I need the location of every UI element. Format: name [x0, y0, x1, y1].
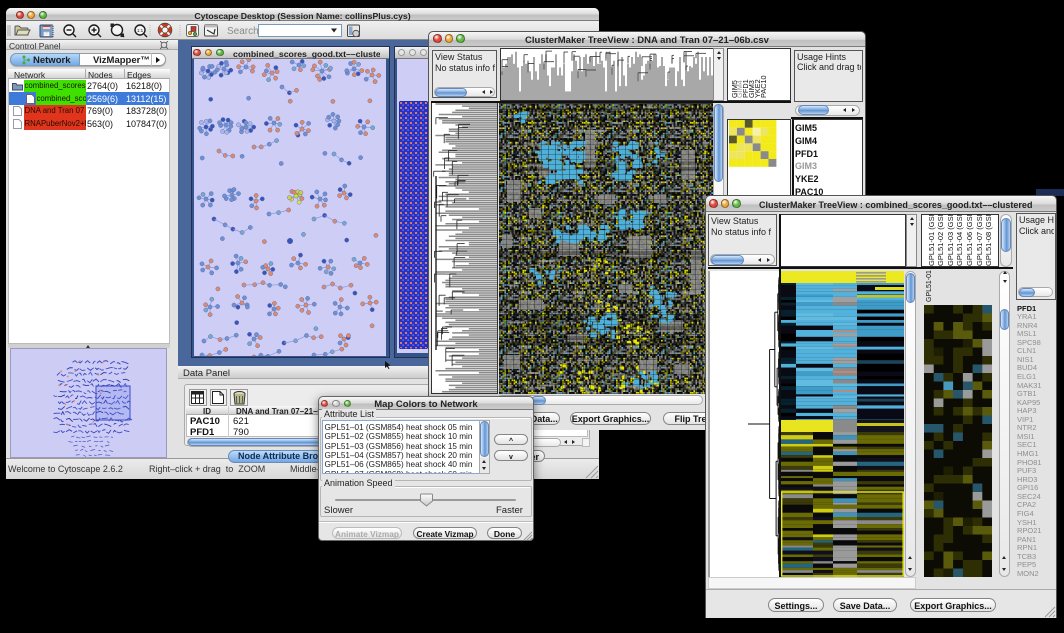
svg-text:Search:: Search: — [227, 26, 261, 37]
svg-text:1:1: 1:1 — [137, 28, 144, 33]
